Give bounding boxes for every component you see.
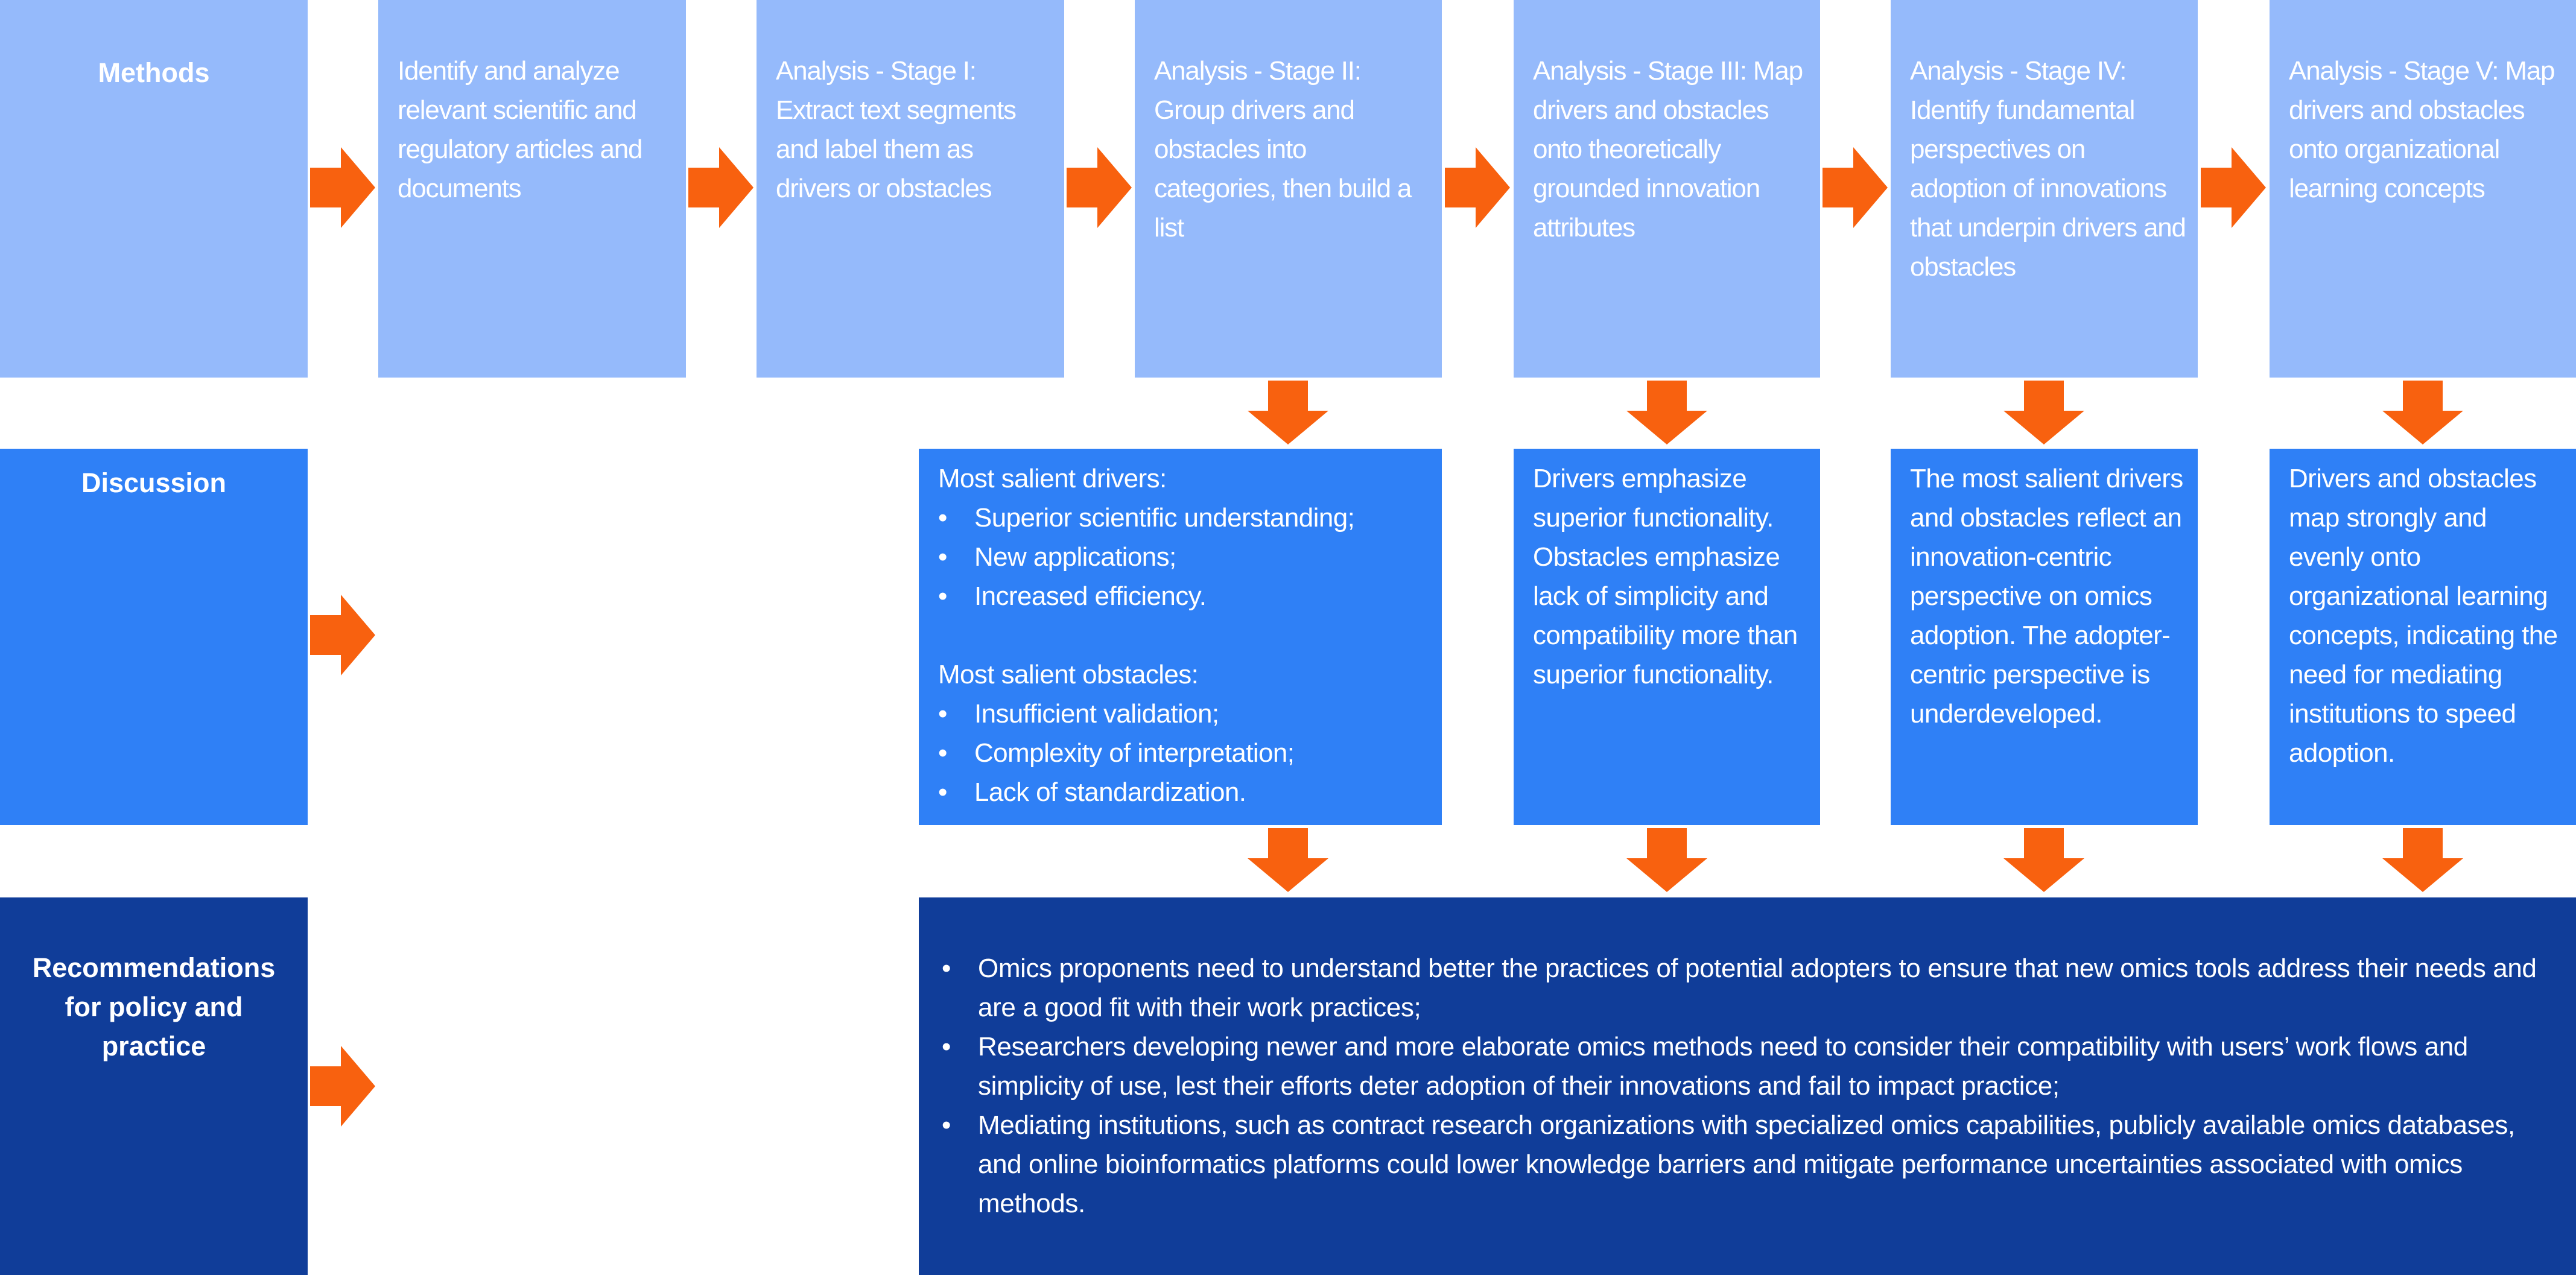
arrow-right-icon bbox=[1823, 147, 1888, 228]
recommendations-content: Omics proponents need to understand bett… bbox=[919, 897, 2576, 1275]
step-text: Analysis - Stage I: Extract text segment… bbox=[776, 56, 1017, 203]
discussion-row-label: Discussion bbox=[0, 449, 308, 825]
obstacle-item: Insufficient validation; bbox=[938, 694, 1431, 733]
driver-item: Superior scientific understanding; bbox=[938, 498, 1431, 537]
methods-step-identify: Identify and analyze relevant scientific… bbox=[378, 0, 686, 378]
discussion-stage-5: Drivers and obstacles map strongly and e… bbox=[2270, 449, 2576, 825]
methods-step-stage-5: Analysis - Stage V: Map drivers and obst… bbox=[2270, 0, 2576, 378]
discussion-stage-3: Drivers emphasize superior functionality… bbox=[1514, 449, 1820, 825]
recommendations-row-label: Recommendations for policy and practice bbox=[0, 897, 308, 1275]
arrow-right-icon bbox=[310, 147, 375, 228]
drivers-heading: Most salient drivers: bbox=[938, 464, 1167, 493]
discussion-stage-2: Most salient drivers: Superior scientifi… bbox=[919, 449, 1442, 825]
arrow-down-icon bbox=[1626, 381, 1707, 445]
methods-step-stage-3: Analysis - Stage III: Map drivers and ob… bbox=[1514, 0, 1820, 378]
recommendation-item: Researchers developing newer and more el… bbox=[942, 1027, 2552, 1106]
arrow-right-icon bbox=[310, 1046, 375, 1127]
step-text: Analysis - Stage II: Group drivers and o… bbox=[1154, 56, 1412, 242]
methods-step-stage-4: Analysis - Stage IV: Identify fundamenta… bbox=[1891, 0, 2198, 378]
recommendation-item: Mediating institutions, such as contract… bbox=[942, 1106, 2552, 1223]
methods-step-stage-1: Analysis - Stage I: Extract text segment… bbox=[757, 0, 1064, 378]
arrow-right-icon bbox=[688, 147, 753, 228]
step-text: Identify and analyze relevant scientific… bbox=[398, 56, 642, 203]
recommendations-label-text: Recommendations for policy and practice bbox=[32, 952, 276, 1061]
methods-row-label: Methods bbox=[0, 0, 308, 378]
arrow-right-icon bbox=[2201, 147, 2266, 228]
arrow-down-icon bbox=[1626, 828, 1707, 892]
arrow-right-icon bbox=[1067, 147, 1132, 228]
step-text: Analysis - Stage V: Map drivers and obst… bbox=[2289, 56, 2555, 203]
driver-item: Increased efficiency. bbox=[938, 577, 1431, 616]
discussion-text: Drivers and obstacles map strongly and e… bbox=[2289, 464, 2558, 768]
arrow-down-icon bbox=[2382, 828, 2463, 892]
discussion-text: The most salient drivers and obstacles r… bbox=[1910, 464, 2183, 729]
discussion-stage-4: The most salient drivers and obstacles r… bbox=[1891, 449, 2198, 825]
step-text: Analysis - Stage IV: Identify fundamenta… bbox=[1910, 56, 2186, 282]
arrow-down-icon bbox=[2382, 381, 2463, 445]
drivers-list: Superior scientific understanding; New a… bbox=[938, 498, 1431, 616]
recommendation-item: Omics proponents need to understand bett… bbox=[942, 949, 2552, 1027]
obstacles-heading: Most salient obstacles: bbox=[938, 660, 1199, 689]
driver-item: New applications; bbox=[938, 537, 1431, 577]
methods-label-text: Methods bbox=[98, 57, 210, 88]
recommendations-list: Omics proponents need to understand bett… bbox=[942, 949, 2552, 1223]
obstacle-item: Lack of standardization. bbox=[938, 773, 1431, 812]
arrow-right-icon bbox=[310, 595, 375, 675]
arrow-down-icon bbox=[2003, 381, 2084, 445]
arrow-down-icon bbox=[2003, 828, 2084, 892]
arrow-right-icon bbox=[1445, 147, 1510, 228]
arrow-down-icon bbox=[1248, 828, 1328, 892]
discussion-label-text: Discussion bbox=[81, 467, 227, 498]
obstacle-item: Complexity of interpretation; bbox=[938, 733, 1431, 773]
discussion-text: Drivers emphasize superior functionality… bbox=[1533, 464, 1805, 689]
arrow-down-icon bbox=[1248, 381, 1328, 445]
obstacles-list: Insufficient validation; Complexity of i… bbox=[938, 694, 1431, 812]
methods-step-stage-2: Analysis - Stage II: Group drivers and o… bbox=[1135, 0, 1442, 378]
step-text: Analysis - Stage III: Map drivers and ob… bbox=[1533, 56, 1803, 242]
